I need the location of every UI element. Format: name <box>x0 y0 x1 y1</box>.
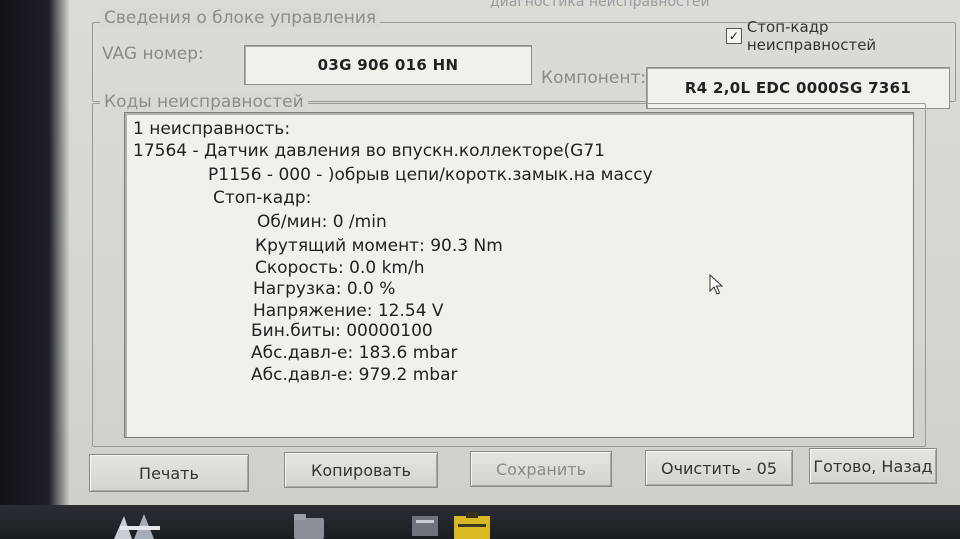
vag-number-label: VAG номер: <box>102 44 204 64</box>
fault-detail-line: P1156 - 000 - )обрыв цепи/коротк.замык.н… <box>208 165 653 185</box>
done-back-button[interactable]: Готово, Назад <box>809 448 937 484</box>
window-caption: диагностика неисправностей <box>490 0 710 10</box>
freeze-speed: Скорость: 0.0 km/h <box>255 258 425 278</box>
monitor-bezel-left <box>0 0 70 539</box>
component-label: Компонент: <box>541 68 647 88</box>
freeze-torque: Крутящий момент: 90.3 Nm <box>255 236 503 256</box>
freeze-rpm: Об/мин: 0 /min <box>257 212 387 232</box>
check-mark-icon[interactable]: ✓ <box>726 28 742 44</box>
diagnostic-window: диагностика неисправностей Сведения о бл… <box>0 0 960 539</box>
freeze-abs-pressure-2: Абс.давл-е: 979.2 mbar <box>251 365 458 385</box>
control-unit-group-title: Сведения о блоке управления <box>100 8 381 28</box>
app-logo-icon[interactable] <box>110 510 170 539</box>
folder-icon[interactable] <box>292 510 326 539</box>
freeze-frame-checkbox[interactable]: ✓ Стоп-кадр неисправностей <box>726 18 960 54</box>
explorer-icon[interactable] <box>408 510 442 539</box>
save-button[interactable]: Сохранить <box>470 451 612 487</box>
mouse-pointer-icon <box>709 274 724 295</box>
freeze-frame-label: Стоп-кадр неисправностей <box>746 18 877 54</box>
clear-button[interactable]: Очистить - 05 <box>645 450 793 486</box>
freeze-abs-pressure-1: Абс.давл-е: 183.6 mbar <box>251 343 458 363</box>
fault-code-line: 17564 - Датчик давления во впускн.коллек… <box>133 141 605 161</box>
copy-button[interactable]: Копировать <box>284 452 438 488</box>
fault-codes-group-title: Коды неисправностей <box>100 92 308 112</box>
toolbox-icon[interactable] <box>452 510 492 539</box>
freeze-frame-heading: Стоп-кадр: <box>213 188 312 208</box>
print-button[interactable]: Печать <box>89 454 249 492</box>
vag-number-field: 03G 906 016 HN <box>244 45 532 85</box>
freeze-load: Нагрузка: 0.0 % <box>253 279 396 299</box>
freeze-bin-bits: Бин.биты: 00000100 <box>251 321 433 341</box>
fault-codes-textarea[interactable]: 1 неисправность: 17564 - Датчик давления… <box>124 112 914 438</box>
fault-count-line: 1 неисправность: <box>133 119 291 139</box>
freeze-voltage: Напряжение: 12.54 V <box>253 301 444 321</box>
